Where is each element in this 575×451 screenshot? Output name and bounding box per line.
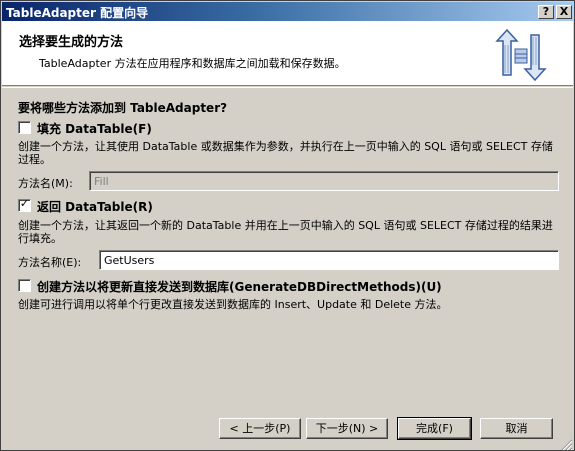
header-divider: [2, 87, 573, 88]
finish-button[interactable]: 完成(F): [397, 417, 472, 440]
fill-method-name-input[interactable]: Fill: [89, 171, 559, 191]
return-method-name-label: 方法名称(E):: [18, 256, 82, 269]
window-title: TableAdapter 配置向导: [6, 6, 149, 20]
fill-datatable-label[interactable]: 填充 DataTable(F): [37, 120, 152, 137]
fill-description: 创建一个方法，让其使用 DataTable 或数据集作为参数，并执行在上一页中输…: [18, 140, 553, 166]
cancel-button[interactable]: 取消: [480, 418, 553, 439]
page-description: TableAdapter 方法在应用程序和数据库之间加载和保存数据。: [39, 57, 346, 70]
methods-question: 要将哪些方法添加到 TableAdapter?: [18, 101, 228, 115]
back-button[interactable]: < 上一步(P): [219, 418, 301, 439]
return-datatable-label[interactable]: 返回 DataTable(R): [37, 198, 153, 215]
next-button[interactable]: 下一步(N) >: [306, 418, 388, 439]
direct-description: 创建可进行调用以将单个行更改直接发送到数据库的 Insert、Update 和 …: [18, 298, 448, 311]
resize-grip-icon[interactable]: [561, 439, 573, 451]
finish-label: 完成(F): [416, 422, 453, 435]
generate-direct-methods-label[interactable]: 创建方法以将更新直接发送到数据库(GenerateDBDirectMethods…: [37, 278, 442, 295]
return-datatable-checkbox[interactable]: ✓: [18, 197, 31, 212]
title-bar[interactable]: TableAdapter 配置向导 ? X: [2, 2, 573, 21]
generate-direct-methods-checkbox[interactable]: [18, 279, 31, 292]
page-title: 选择要生成的方法: [19, 35, 124, 50]
close-button[interactable]: X: [556, 5, 572, 19]
wizard-window: TableAdapter 配置向导 ? X 选择要生成的方法 TableAdap…: [0, 0, 575, 451]
help-button[interactable]: ?: [538, 5, 554, 19]
return-description: 创建一个方法，让其返回一个新的 DataTable 并用在上一页中输入的 SQL…: [18, 219, 553, 245]
table-adapter-arrows-icon: [491, 27, 551, 83]
wizard-header: 选择要生成的方法 TableAdapter 方法在应用程序和数据库之间加载和保存…: [2, 21, 573, 86]
fill-method-name-label: 方法名(M):: [18, 177, 73, 190]
return-checkmark: ✓: [19, 197, 30, 210]
return-method-name-input[interactable]: GetUsers: [99, 250, 559, 270]
fill-datatable-checkbox[interactable]: [18, 121, 31, 134]
